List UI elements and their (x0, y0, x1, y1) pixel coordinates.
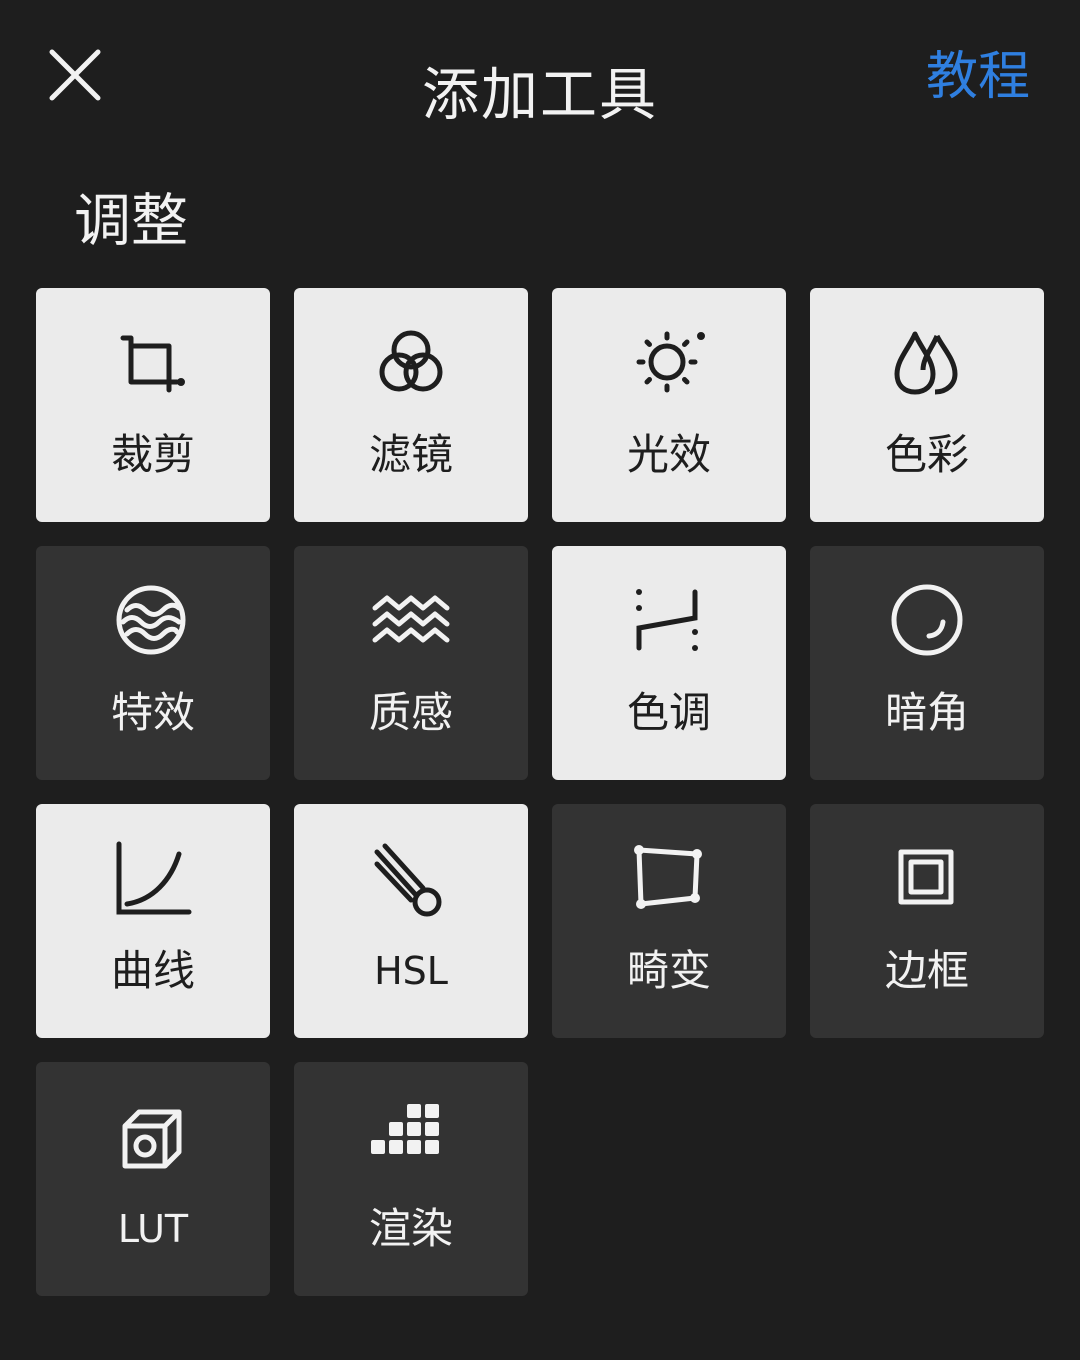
tool-label: 特效 (110, 688, 195, 737)
tool-label: LUT (117, 1207, 189, 1251)
tool-label: 暗角 (884, 688, 969, 737)
tool-label: 渲染 (368, 1204, 453, 1253)
tool-tile-effects[interactable]: 特效 (36, 546, 270, 780)
tool-tile-light[interactable]: 光效 (552, 288, 786, 522)
tool-tile-render[interactable]: 渲染 (294, 1062, 528, 1296)
curve-icon (113, 840, 193, 920)
tool-label: HSL (374, 949, 448, 993)
tool-tile-vignette[interactable]: 暗角 (810, 546, 1044, 780)
tool-tile-lut[interactable]: LUT (36, 1062, 270, 1296)
tool-tile-tone[interactable]: 色调 (552, 546, 786, 780)
sun-icon (629, 324, 709, 404)
tutorial-link[interactable]: 教程 (926, 44, 1030, 110)
filter-circles-icon (371, 324, 451, 404)
lut-cube-icon (113, 1098, 193, 1178)
tool-tile-hsl[interactable]: HSL (294, 804, 528, 1038)
tool-label: 边框 (884, 946, 969, 995)
section-title-adjust: 调整 (74, 188, 188, 254)
tool-label: 裁剪 (110, 430, 195, 479)
tool-tile-color[interactable]: 色彩 (810, 288, 1044, 522)
tool-tile-filter[interactable]: 滤镜 (294, 288, 528, 522)
tool-label: 畸变 (626, 946, 711, 995)
waves-circle-icon (113, 582, 193, 662)
distortion-icon (629, 840, 709, 920)
tool-tile-curves[interactable]: 曲线 (36, 804, 270, 1038)
frame-icon (887, 840, 967, 920)
hsl-icon (371, 840, 451, 920)
crop-icon (113, 324, 193, 404)
droplets-icon (887, 324, 967, 404)
tool-label: 质感 (368, 688, 453, 737)
tool-label: 色彩 (884, 430, 969, 479)
tool-label: 光效 (626, 430, 711, 479)
tool-label: 滤镜 (368, 430, 453, 479)
tool-label: 曲线 (110, 946, 195, 995)
tone-icon (629, 582, 709, 662)
tool-label: 色调 (626, 688, 711, 737)
page-title: 添加工具 (422, 62, 658, 128)
tool-grid: 裁剪 滤镜 光效 色彩 特效 质感 色调 暗角 曲线 HSL 畸变 边框 LUT… (36, 288, 1044, 1296)
tool-tile-distortion[interactable]: 畸变 (552, 804, 786, 1038)
tool-tile-texture[interactable]: 质感 (294, 546, 528, 780)
vignette-icon (887, 582, 967, 662)
tool-tile-crop[interactable]: 裁剪 (36, 288, 270, 522)
tool-tile-frame[interactable]: 边框 (810, 804, 1044, 1038)
texture-waves-icon (371, 582, 451, 662)
render-grid-icon (371, 1098, 451, 1178)
